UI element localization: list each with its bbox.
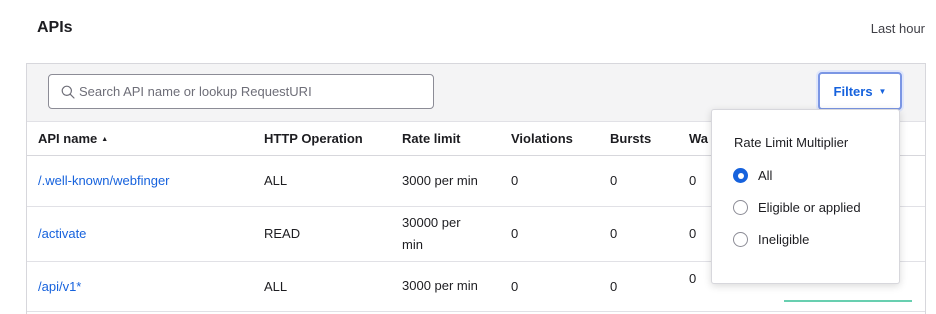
violations-cell: 0 [511,261,610,312]
radio-option-all[interactable]: All [733,168,772,183]
radio-option-eligible-or-applied[interactable]: Eligible or applied [733,200,861,215]
search-box[interactable] [48,74,434,109]
violations-cell: 0 [511,155,610,207]
rate-limit-cell: 3000 per min [402,155,511,207]
filters-button[interactable]: Filters ▼ [818,72,902,110]
bursts-cell: 0 [610,261,689,312]
column-header-http-operation[interactable]: HTTP Operation [264,122,402,156]
radio-unselected-icon[interactable] [733,232,748,247]
search-input[interactable] [79,76,429,107]
violations-cell: 0 [511,206,610,262]
radio-option-label: Ineligible [758,232,810,247]
http-operation-cell: ALL [264,261,402,312]
column-header-api-name[interactable]: API name ▲ [27,122,264,156]
http-operation-cell: READ [264,206,402,262]
rate-limit-multiplier-heading: Rate Limit Multiplier [734,135,849,150]
sort-ascending-icon[interactable]: ▲ [101,136,108,143]
search-icon [61,85,75,99]
radio-option-label: Eligible or applied [758,200,861,215]
radio-option-ineligible[interactable]: Ineligible [733,232,809,247]
radio-selected-icon[interactable] [733,168,748,183]
api-name-link[interactable]: /.well-known/webfinger [38,173,170,188]
radio-unselected-icon[interactable] [733,200,748,215]
usage-sparkline [784,299,912,302]
column-header-bursts[interactable]: Bursts [610,122,689,156]
filters-popover: Rate Limit Multiplier All Eligible or ap… [711,109,900,284]
caret-down-icon: ▼ [878,86,887,96]
radio-option-label: All [758,168,773,183]
rate-limit-cell: 30000 per min [402,206,511,262]
time-range-selector[interactable]: Last hour [871,21,925,36]
filters-button-label: Filters [833,83,873,99]
rate-limit-cell: 3000 per min [402,261,511,312]
column-header-violations[interactable]: Violations [511,122,610,156]
column-header-rate-limit[interactable]: Rate limit [402,122,511,156]
page-title: APIs [37,19,73,36]
api-name-link[interactable]: /api/v1* [38,279,81,294]
api-name-link[interactable]: /activate [38,226,86,241]
bursts-cell: 0 [610,206,689,262]
bursts-cell: 0 [610,155,689,207]
http-operation-cell: ALL [264,155,402,207]
